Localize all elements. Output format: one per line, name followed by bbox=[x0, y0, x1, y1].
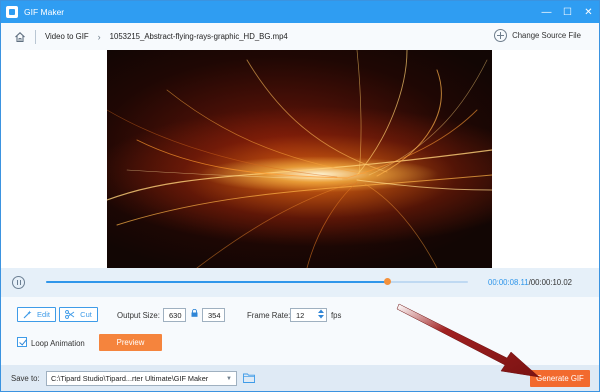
folder-icon[interactable] bbox=[243, 373, 255, 383]
generate-gif-button[interactable]: Generate GIF bbox=[530, 370, 590, 387]
save-to-label: Save to: bbox=[11, 374, 40, 383]
width-input[interactable]: 630 bbox=[163, 308, 186, 322]
maximize-button[interactable]: ☐ bbox=[557, 1, 578, 23]
edit-label: Edit bbox=[37, 310, 50, 319]
close-button[interactable]: ✕ bbox=[578, 1, 599, 23]
fps-unit: fps bbox=[331, 311, 342, 320]
save-bar: Save to: C:\Tipard Studio\Tipard...rter … bbox=[1, 365, 599, 391]
breadcrumb-divider bbox=[35, 29, 36, 44]
preview-button[interactable]: Preview bbox=[99, 334, 162, 351]
home-icon[interactable] bbox=[14, 31, 26, 43]
output-size-label: Output Size: bbox=[117, 311, 160, 320]
video-frame-rays bbox=[107, 50, 492, 268]
chevron-down-icon[interactable]: ▼ bbox=[222, 372, 236, 385]
cut-label: Cut bbox=[80, 310, 92, 319]
window-title: GIF Maker bbox=[24, 7, 65, 17]
gif-maker-window: GIF Maker — ☐ ✕ Video to GIF › 1053215_A… bbox=[0, 0, 600, 392]
total-time: 00:00:10.02 bbox=[530, 278, 572, 287]
lock-icon[interactable] bbox=[191, 309, 198, 317]
timeline-progress bbox=[46, 281, 388, 283]
timeline-slider[interactable] bbox=[46, 278, 468, 285]
time-readout: 00:00:08.11/00:00:10.02 bbox=[488, 278, 572, 287]
frame-rate-label: Frame Rate: bbox=[247, 311, 291, 320]
gif-options-panel: Edit Cut Output Size: 630 354 Frame Rate… bbox=[1, 297, 599, 365]
current-time: 00:00:08.11 bbox=[488, 278, 529, 287]
height-input[interactable]: 354 bbox=[202, 308, 225, 322]
frame-rate-stepper[interactable] bbox=[317, 308, 325, 320]
title-bar: GIF Maker — ☐ ✕ bbox=[1, 1, 599, 23]
loop-animation-label: Loop Animation bbox=[31, 339, 85, 348]
breadcrumb-file-name: 1053215_Abstract-flying-rays-graphic_HD_… bbox=[109, 32, 288, 41]
playback-bar: 00:00:08.11/00:00:10.02 bbox=[1, 268, 599, 297]
chevron-right-icon: › bbox=[97, 31, 101, 42]
change-source-file-label: Change Source File bbox=[512, 31, 581, 40]
breadcrumb-video-to-gif[interactable]: Video to GIF bbox=[45, 32, 89, 41]
video-preview bbox=[107, 50, 492, 268]
save-path-value: C:\Tipard Studio\Tipard...rter Ultimate\… bbox=[51, 374, 209, 383]
change-source-file-button[interactable]: Change Source File bbox=[494, 29, 581, 42]
app-logo-icon bbox=[6, 6, 18, 18]
window-controls: — ☐ ✕ bbox=[536, 1, 599, 23]
plus-circle-icon bbox=[494, 29, 508, 42]
cut-button[interactable]: Cut bbox=[59, 307, 98, 322]
magic-wand-icon bbox=[23, 310, 32, 319]
breadcrumb: Video to GIF › 1053215_Abstract-flying-r… bbox=[1, 23, 599, 50]
minimize-button[interactable]: — bbox=[536, 1, 557, 23]
save-path-select[interactable]: C:\Tipard Studio\Tipard...rter Ultimate\… bbox=[46, 371, 237, 386]
loop-animation-checkbox[interactable] bbox=[17, 337, 27, 347]
video-stage bbox=[1, 50, 599, 268]
pause-button[interactable] bbox=[12, 276, 25, 289]
scissors-icon bbox=[65, 310, 75, 319]
edit-button[interactable]: Edit bbox=[17, 307, 56, 322]
timeline-handle[interactable] bbox=[384, 278, 392, 285]
